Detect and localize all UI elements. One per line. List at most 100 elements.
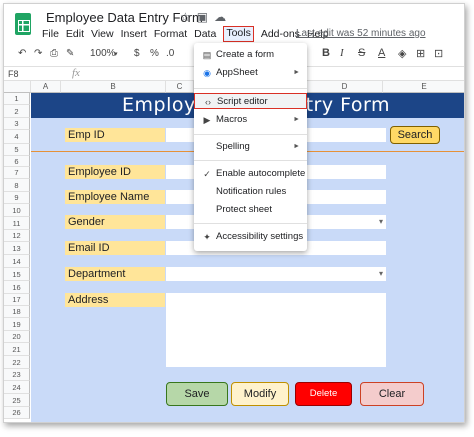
star-icon[interactable]: ☆ [180,10,197,24]
chevron-down-icon[interactable]: ▾ [379,215,383,229]
row-header[interactable]: 17 [4,294,30,306]
row-header[interactable]: 25 [4,394,30,407]
menu-item-label: Macros [216,114,248,125]
employee-name-label: Employee Name [65,190,165,204]
address-label: Address [65,293,165,307]
menu-item-appsheet[interactable]: ◉ AppSheet ► [194,65,307,81]
row-header[interactable]: 4 [4,130,30,144]
print-icon[interactable]: ⎙ [50,48,58,59]
menu-insert[interactable]: Insert [121,28,147,42]
row-header[interactable]: 19 [4,318,30,331]
accessibility-icon: ✦ [203,232,211,242]
modify-button[interactable]: Modify [231,382,289,406]
strikethrough-button[interactable]: S [358,47,365,59]
chevron-right-icon: ► [293,69,300,76]
menu-edit[interactable]: Edit [66,28,84,42]
row-header[interactable]: 22 [4,356,30,369]
paint-format-icon[interactable]: ✎ [66,48,74,59]
sheets-logo-icon[interactable] [15,13,31,35]
row-header[interactable]: 9 [4,192,30,204]
column-header-a[interactable]: A [31,81,61,93]
tools-menu: ▤ Create a form ◉ AppSheet ► ‹› Script e… [194,43,307,251]
borders-icon[interactable]: ⊞ [416,47,425,60]
menu-format[interactable]: Format [154,28,187,42]
clear-button[interactable]: Clear [360,382,424,406]
text-color-button[interactable]: A [378,47,385,59]
column-header-e[interactable]: E [383,81,464,93]
row-header[interactable]: 21 [4,343,30,356]
menu-bar: File Edit View Insert Format Data Tools … [42,26,336,42]
row-header[interactable]: 12 [4,230,30,242]
percent-button[interactable]: % [150,48,159,59]
fill-color-icon[interactable]: ◈ [398,47,406,60]
delete-button[interactable]: Delete [295,382,352,406]
chevron-right-icon: ► [293,143,300,150]
form-icon: ▤ [202,50,212,60]
row-header[interactable]: 11 [4,217,30,230]
fx-icon: fx [72,67,80,79]
row-header[interactable]: 2 [4,105,30,118]
row-header[interactable]: 23 [4,369,30,381]
save-button[interactable]: Save [166,382,228,406]
address-textarea[interactable] [166,293,386,367]
row-header[interactable]: 3 [4,118,30,130]
redo-icon[interactable]: ↷ [34,48,42,59]
row-header[interactable]: 16 [4,281,30,294]
chevron-down-icon[interactable]: ▾ [379,267,383,281]
undo-icon[interactable]: ↶ [18,48,26,59]
menu-item-script-editor[interactable]: ‹› Script editor [194,93,307,109]
row-header[interactable]: 26 [4,407,30,419]
menu-item-enable-autocomplete[interactable]: ✓ Enable autocomplete [194,166,307,182]
menu-item-create-form[interactable]: ▤ Create a form [194,47,307,63]
currency-button[interactable]: $ [134,48,140,59]
zoom-select[interactable]: 100% [90,48,116,59]
cloud-icon[interactable]: ☁ [214,10,232,24]
row-header[interactable]: 13 [4,242,30,255]
row-header[interactable]: 18 [4,306,30,318]
italic-button[interactable]: I [340,47,344,59]
menu-item-notification-rules[interactable]: Notification rules [194,184,307,200]
column-header-b[interactable]: B [61,81,166,93]
menu-item-label: Script editor [217,96,268,107]
menu-item-label: Enable autocomplete [216,168,306,179]
chevron-down-icon[interactable]: ▾ [114,50,118,58]
menu-item-label: Create a form [216,49,275,60]
menu-data[interactable]: Data [194,28,216,42]
email-id-label: Email ID [65,241,165,255]
menu-separator [194,160,307,161]
appsheet-icon: ◉ [203,68,211,78]
row-header[interactable]: 10 [4,204,30,217]
menu-item-spelling[interactable]: Spelling ► [194,139,307,155]
row-header[interactable]: 20 [4,331,30,343]
menu-item-accessibility-settings[interactable]: ✦ Accessibility settings [194,229,307,245]
menu-item-macros[interactable]: ▶ Macros ► [194,112,307,128]
column-header-c[interactable]: C [166,81,194,93]
menu-addons[interactable]: Add-ons [261,28,300,42]
row-header[interactable]: 15 [4,268,30,281]
menu-tools[interactable]: Tools [223,26,254,42]
merge-cells-icon[interactable]: ⊡ [434,47,443,60]
row-header[interactable]: 8 [4,179,30,192]
check-icon: ✓ [203,169,211,179]
row-header[interactable]: 1 [4,93,30,105]
bold-button[interactable]: B [322,47,330,59]
row-header[interactable]: 14 [4,255,30,268]
menu-view[interactable]: View [91,28,114,42]
folder-icon[interactable]: ▣ [197,10,214,24]
select-all-corner[interactable] [4,81,31,93]
decimal-button[interactable]: .0 [166,48,174,59]
department-dropdown[interactable]: ▾ [166,267,386,281]
row-header[interactable]: 6 [4,156,30,167]
emp-id-label: Emp ID [65,128,165,142]
menu-item-protect-sheet[interactable]: Protect sheet [194,202,307,218]
row-header[interactable]: 5 [4,144,30,156]
menu-file[interactable]: File [42,28,59,42]
play-icon: ▶ [203,115,211,125]
row-header[interactable]: 7 [4,167,30,179]
row-header[interactable]: 24 [4,381,30,394]
last-edit-link[interactable]: Last edit was 52 minutes ago [296,28,426,39]
search-button[interactable]: Search [390,126,440,144]
chevron-right-icon: ► [293,116,300,123]
column-header-d[interactable]: D [307,81,383,93]
name-box[interactable]: F8 [8,69,19,79]
